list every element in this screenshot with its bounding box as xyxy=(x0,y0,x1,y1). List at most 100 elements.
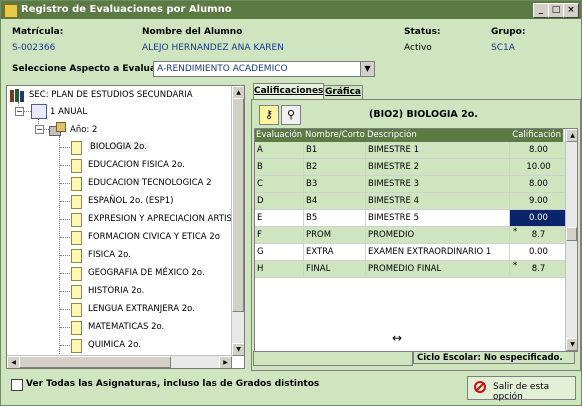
cell-eval[interactable]: G xyxy=(255,244,304,261)
search-icon[interactable]: ⚲ xyxy=(281,105,301,125)
cell-eval[interactable]: D xyxy=(255,193,304,210)
tree-root[interactable]: SEC: PLAN DE ESTUDIOS SECUNDARIA xyxy=(29,90,193,100)
cell-desc[interactable]: BIMESTRE 2 xyxy=(366,159,510,176)
cell-desc[interactable]: BIMESTRE 4 xyxy=(366,193,510,210)
document-icon xyxy=(71,177,82,191)
aspect-select[interactable]: A-RENDIMIENTO ACADEMICO ▼ xyxy=(153,61,375,77)
aspect-select-value: A-RENDIMIENTO ACADEMICO xyxy=(157,64,288,74)
tree-vscrollbar[interactable]: ▲ ▼ xyxy=(231,86,244,356)
column-header[interactable]: Evaluación xyxy=(255,129,305,142)
cell-cal[interactable]: 0.00 xyxy=(510,244,566,261)
cell-desc[interactable]: BIMESTRE 5 xyxy=(366,210,510,227)
cell-cal[interactable]: 8.00 xyxy=(510,142,566,159)
tree-connector xyxy=(60,201,70,202)
cell-cal[interactable]: 9.00 xyxy=(510,193,566,210)
tree-subject-item[interactable]: FISICA 2o. xyxy=(88,250,131,260)
cell-corto[interactable]: EXTRA xyxy=(304,244,366,261)
books-icon xyxy=(10,88,26,102)
column-header[interactable]: Descripción xyxy=(366,129,511,142)
cell-eval[interactable]: C xyxy=(255,176,304,193)
tree-subject-item[interactable]: QUIMICA 2o. xyxy=(88,340,141,350)
cell-cal[interactable]: 8.00 xyxy=(510,176,566,193)
aspect-label: Seleccione Aspecto a Evaluar xyxy=(12,64,161,74)
chevron-down-icon[interactable]: ▼ xyxy=(360,62,374,76)
cell-eval[interactable]: F xyxy=(255,227,304,244)
document-icon xyxy=(71,285,82,299)
scroll-thumb[interactable] xyxy=(566,227,577,241)
status-pane-empty xyxy=(253,351,413,366)
cell-value: 0.00 xyxy=(529,247,548,257)
tree-subject-item[interactable]: HISTORIA 2o. xyxy=(88,286,144,296)
cell-desc[interactable]: BIMESTRE 1 xyxy=(366,142,510,159)
maximize-button[interactable]: □ xyxy=(548,3,564,18)
title-bar: Registro de Evaluaciones por Alumno _ □ … xyxy=(1,1,581,19)
tree-level1[interactable]: 1 ANUAL xyxy=(50,107,87,117)
grades-table[interactable]: Evaluación Nombre/Corto Descripción Cali… xyxy=(254,128,578,352)
key-icon[interactable]: ⚷ xyxy=(259,105,279,125)
app-icon xyxy=(4,4,18,18)
tab-grafica[interactable]: Gráfica xyxy=(323,85,363,99)
tree-subject-item[interactable]: EDUCACION TECNOLOGICA 2 xyxy=(88,178,212,188)
grid-vscrollbar[interactable]: ▲ ▼ xyxy=(565,129,577,351)
tree-subject-item[interactable]: GEOGRAFIA DE MÉXICO 2o. xyxy=(88,268,205,278)
cell-desc[interactable]: PROMEDIO FINAL xyxy=(366,261,510,278)
tree-connector xyxy=(60,183,70,184)
cell-value: 8.00 xyxy=(529,179,548,189)
cell-corto[interactable]: PROM xyxy=(304,227,366,244)
scroll-thumb[interactable] xyxy=(232,98,244,312)
tree-subject-item[interactable]: LENGUA EXTRANJERA 2o. xyxy=(88,304,195,314)
tree-hscrollbar[interactable]: ◀ ▶ xyxy=(7,355,232,368)
scroll-thumb[interactable] xyxy=(19,356,171,368)
cell-desc[interactable]: PROMEDIO xyxy=(366,227,510,244)
cell-cal[interactable]: * 8.7 xyxy=(510,261,566,278)
cell-corto[interactable]: B3 xyxy=(304,176,366,193)
cell-desc[interactable]: BIMESTRE 3 xyxy=(366,176,510,193)
tree-subject-item[interactable]: FORMACION CIVICA Y ETICA 2o xyxy=(88,232,220,242)
tree-connector xyxy=(60,291,70,292)
cell-desc[interactable]: EXAMEN EXTRAORDINARIO 1 xyxy=(366,244,510,261)
column-header[interactable]: Nombre/Corto xyxy=(304,129,367,142)
cell-corto[interactable]: B2 xyxy=(304,159,366,176)
scroll-right-icon[interactable]: ▶ xyxy=(219,356,232,368)
tree-connector xyxy=(60,255,70,256)
tree-subject-item[interactable]: EDUCACION FISICA 2o. xyxy=(88,160,185,170)
tree-subject-item[interactable]: EXPRESION Y APRECIACION ARTISTI xyxy=(88,214,240,224)
column-header[interactable]: Calificación xyxy=(510,129,564,142)
computed-marker: * xyxy=(513,227,518,237)
scroll-down-icon[interactable]: ▼ xyxy=(232,343,244,356)
exit-button[interactable]: Salir de esta opción xyxy=(467,376,576,402)
document-icon xyxy=(71,195,82,209)
tree-subject-item[interactable]: ESPAÑOL 2o. (ESP1) xyxy=(88,196,173,206)
subjects-tree[interactable]: SEC: PLAN DE ESTUDIOS SECUNDARIA − 1 ANU… xyxy=(6,85,245,369)
scroll-up-icon[interactable]: ▲ xyxy=(566,129,577,142)
cell-cal[interactable]: 0.00 xyxy=(510,210,566,227)
document-icon xyxy=(71,249,82,263)
cell-corto[interactable]: B4 xyxy=(304,193,366,210)
tree-connector xyxy=(23,111,31,112)
scroll-down-icon[interactable]: ▼ xyxy=(566,338,577,351)
tree-level2[interactable]: Año: 2 xyxy=(70,125,97,135)
tab-calificaciones[interactable]: Calificaciones xyxy=(253,83,324,99)
tree-subject-item[interactable]: MATEMATICAS 2o. xyxy=(88,322,164,332)
ciclo-escolar-status: Ciclo Escolar: No especificado. xyxy=(413,351,575,364)
cell-eval[interactable]: E xyxy=(255,210,304,227)
document-icon xyxy=(71,213,82,227)
tree-connector xyxy=(60,345,70,346)
cell-eval[interactable]: B xyxy=(255,159,304,176)
cell-corto[interactable]: B5 xyxy=(304,210,366,227)
cell-corto[interactable]: B1 xyxy=(304,142,366,159)
cell-eval[interactable]: A xyxy=(255,142,304,159)
tree-subject-item[interactable]: BIOLOGIA 2o. xyxy=(88,142,149,152)
document-icon xyxy=(71,159,82,173)
cell-eval[interactable]: H xyxy=(255,261,304,278)
show-all-subjects-checkbox[interactable] xyxy=(11,379,23,391)
minimize-button[interactable]: _ xyxy=(533,3,549,18)
cell-cal[interactable]: 10.00 xyxy=(510,159,566,176)
cell-corto[interactable]: FINAL xyxy=(304,261,366,278)
cell-cal[interactable]: * 8.7 xyxy=(510,227,566,244)
nombre-label: Nombre del Alumno xyxy=(142,27,243,37)
show-all-subjects-label[interactable]: Ver Todas las Asignaturas, incluso las d… xyxy=(26,379,319,389)
close-button[interactable]: × xyxy=(563,3,579,18)
cell-value: 8.7 xyxy=(531,230,546,240)
tree-connector xyxy=(60,309,70,310)
